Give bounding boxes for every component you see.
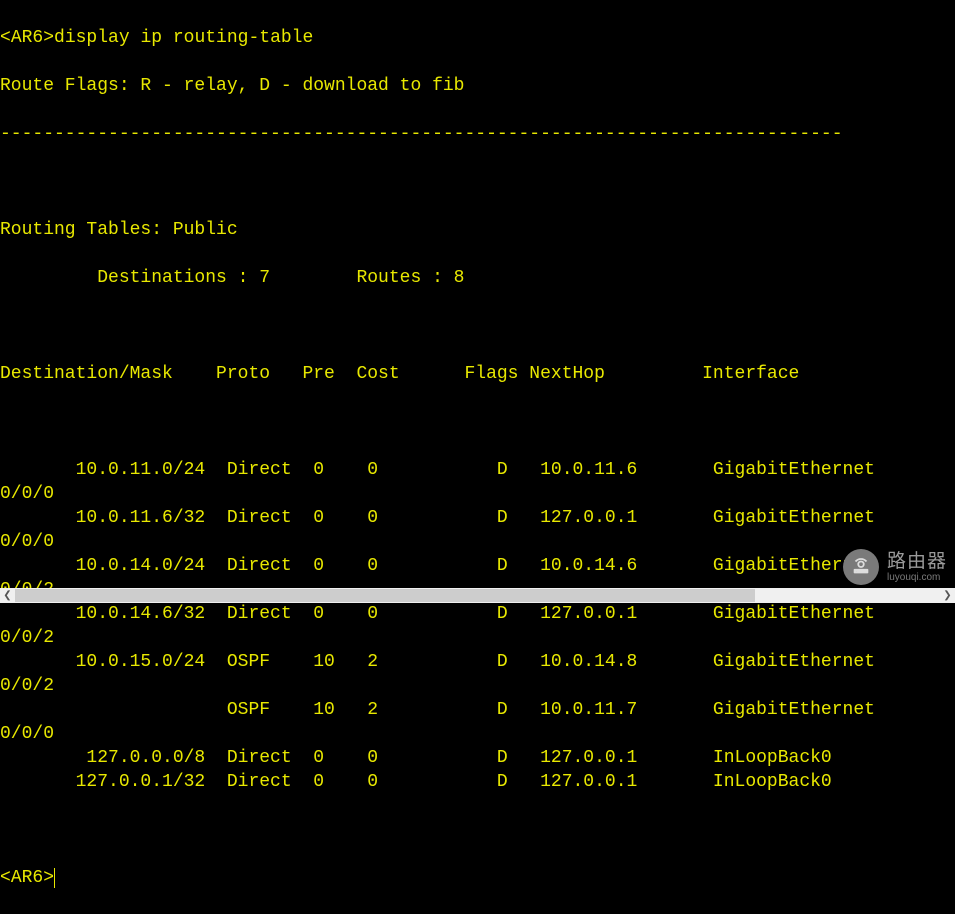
table-row-wrap: 0/0/2 <box>0 674 955 698</box>
blank-line <box>0 410 955 434</box>
separator-line: ----------------------------------------… <box>0 122 955 146</box>
route-flags-line: Route Flags: R - relay, D - download to … <box>0 74 955 98</box>
watermark-line2: luyouqi.com <box>887 573 947 583</box>
column-headers: Destination/Mask Proto Pre Cost Flags Ne… <box>0 362 955 386</box>
routes-body: 10.0.11.0/24 Direct 0 0 D 10.0.11.6 Giga… <box>0 458 955 794</box>
prompt-open: < <box>0 28 11 48</box>
prompt-close: > <box>43 28 54 48</box>
prompt-line[interactable]: <AR6> <box>0 866 955 890</box>
table-row: 10.0.11.0/24 Direct 0 0 D 10.0.11.6 Giga… <box>0 458 955 482</box>
command-text: display ip routing-table <box>54 28 313 48</box>
scroll-thumb[interactable] <box>15 589 755 602</box>
table-row-wrap: 0/0/0 <box>0 482 955 506</box>
terminal-output: <AR6>display ip routing-table Route Flag… <box>0 0 955 914</box>
scroll-track[interactable] <box>15 588 940 603</box>
watermark-line1: 路由器 <box>887 552 947 571</box>
command-line: <AR6>display ip routing-table <box>0 26 955 50</box>
table-row: 10.0.15.0/24 OSPF 10 2 D 10.0.14.8 Gigab… <box>0 650 955 674</box>
table-row: OSPF 10 2 D 10.0.11.7 GigabitEthernet <box>0 698 955 722</box>
scroll-left-arrow[interactable]: ❮ <box>0 588 15 603</box>
prompt-host: AR6 <box>11 28 43 48</box>
watermark-logo: 路由器 luyouqi.com <box>843 549 947 585</box>
router-icon <box>843 549 879 585</box>
dest-routes-line: Destinations : 7 Routes : 8 <box>0 266 955 290</box>
table-row: 127.0.0.1/32 Direct 0 0 D 127.0.0.1 InLo… <box>0 770 955 794</box>
routing-tables-line: Routing Tables: Public <box>0 218 955 242</box>
table-row: 127.0.0.0/8 Direct 0 0 D 127.0.0.1 InLoo… <box>0 746 955 770</box>
blank-line <box>0 170 955 194</box>
table-row: 10.0.14.6/32 Direct 0 0 D 127.0.0.1 Giga… <box>0 602 955 626</box>
table-row: 10.0.11.6/32 Direct 0 0 D 127.0.0.1 Giga… <box>0 506 955 530</box>
table-row: 10.0.14.0/24 Direct 0 0 D 10.0.14.6 Giga… <box>0 554 955 578</box>
blank-line <box>0 314 955 338</box>
cursor <box>54 868 55 888</box>
blank-line <box>0 818 955 842</box>
table-row-wrap: 0/0/0 <box>0 530 955 554</box>
table-row-wrap: 0/0/2 <box>0 626 955 650</box>
table-row-wrap: 0/0/0 <box>0 722 955 746</box>
watermark-text: 路由器 luyouqi.com <box>887 552 947 583</box>
scroll-right-arrow[interactable]: ❯ <box>940 588 955 603</box>
horizontal-scrollbar[interactable]: ❮ ❯ <box>0 588 955 603</box>
